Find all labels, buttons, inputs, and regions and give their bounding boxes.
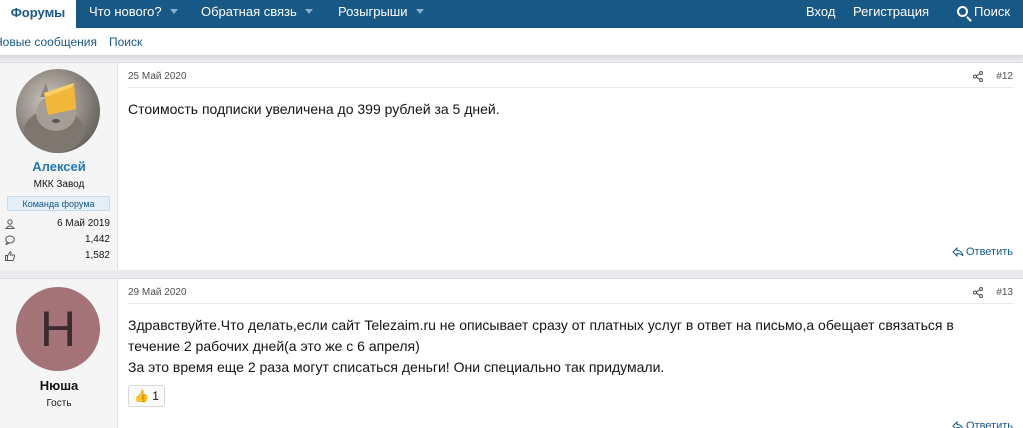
search-link[interactable]: Поиск xyxy=(957,0,1010,28)
reaction-bar[interactable]: 👍 1 xyxy=(128,385,165,407)
staff-badge: Команда форума xyxy=(7,196,110,211)
reply-button[interactable]: Ответить xyxy=(952,420,1013,428)
post-text-line: Здравствуйте.Что делать,если сайт Teleza… xyxy=(128,317,954,333)
reply-label: Ответить xyxy=(965,246,1013,258)
user-title: МКК Завод xyxy=(33,179,85,190)
post-text-line: Стоимость подписки увеличена до 399 рубл… xyxy=(128,101,500,117)
reaction-score: 1,582 xyxy=(84,250,110,261)
message-count: 1,442 xyxy=(84,234,110,245)
reply-icon xyxy=(952,420,963,428)
tab-feedback[interactable]: Обратная связь xyxy=(201,0,313,28)
user-title: Гость xyxy=(46,398,72,409)
reply-button[interactable]: Ответить xyxy=(952,246,1013,258)
reaction-count: 1 xyxy=(152,389,159,403)
user-icon xyxy=(5,219,15,229)
post-content: 29 Май 2020 #13 Здравствуйте.Что делать,… xyxy=(128,279,1013,428)
post-header-divider xyxy=(128,87,1013,88)
tab-label: Что нового? xyxy=(89,4,162,19)
tab-forums[interactable]: Форумы xyxy=(0,0,76,28)
stat-messages: 1,442 xyxy=(5,233,110,249)
post-number[interactable]: #12 xyxy=(996,71,1013,82)
search-icon xyxy=(957,6,968,17)
chevron-down-icon[interactable] xyxy=(415,9,424,14)
post-header-divider xyxy=(128,303,1013,304)
reply-icon xyxy=(952,246,964,258)
stat-reactions: 1,582 xyxy=(5,249,110,265)
post-content: 25 Май 2020 #12 Стоимость подписки увели… xyxy=(128,63,1013,270)
post-text-line: течение 2 рабочих дней(а это же с 6 апре… xyxy=(128,338,420,354)
post-body: Здравствуйте.Что делать,если сайт Teleza… xyxy=(128,315,1013,378)
username: Нюша xyxy=(39,378,79,393)
chevron-down-icon[interactable] xyxy=(304,9,313,14)
sub-navigation: Новые сообщения Поиск xyxy=(0,28,1023,56)
comment-icon xyxy=(5,235,15,245)
user-sidebar: Н Нюша Гость xyxy=(0,279,118,428)
share-icon[interactable] xyxy=(973,287,983,298)
post-13: Н Нюша Гость 29 Май 2020 #13 Здравствуйт… xyxy=(0,278,1023,428)
avatar[interactable] xyxy=(16,69,100,153)
thumbs-up-icon xyxy=(5,251,15,261)
search-label: Поиск xyxy=(974,4,1011,19)
chevron-down-icon[interactable] xyxy=(169,9,178,14)
tab-giveaways[interactable]: Розыгрыши xyxy=(338,0,424,28)
tab-label: Обратная связь xyxy=(201,4,297,19)
subnav-search-link[interactable]: Поиск xyxy=(109,28,142,56)
post-12: Алексей МКК Завод Команда форума 6 Май 2… xyxy=(0,62,1023,270)
stat-joined: 6 Май 2019 xyxy=(5,217,110,233)
joined-date: 6 Май 2019 xyxy=(57,218,110,229)
post-date[interactable]: 29 Май 2020 xyxy=(128,287,187,298)
share-icon[interactable] xyxy=(973,71,983,82)
avatar-cat-image xyxy=(24,83,84,153)
user-sidebar: Алексей МКК Завод Команда форума 6 Май 2… xyxy=(0,63,118,270)
register-link[interactable]: Регистрация xyxy=(853,0,929,28)
new-messages-link[interactable]: Новые сообщения xyxy=(0,28,97,56)
post-date[interactable]: 25 Май 2020 xyxy=(128,71,187,82)
post-body: Стоимость подписки увеличена до 399 рубл… xyxy=(128,99,1013,120)
post-text-line: За это время еще 2 раза могут списаться … xyxy=(128,359,665,375)
post-number[interactable]: #13 xyxy=(996,287,1013,298)
thumbs-up-emoji: 👍 xyxy=(134,389,149,403)
username[interactable]: Алексей xyxy=(0,159,118,174)
tab-whats-new[interactable]: Что нового? xyxy=(89,0,178,28)
tab-label: Розыгрыши xyxy=(338,4,408,19)
avatar[interactable]: Н xyxy=(16,287,100,371)
login-link[interactable]: Вход xyxy=(806,0,835,28)
reply-label: Ответить xyxy=(965,420,1013,428)
top-navigation: Форумы Что нового? Обратная связь Розыгр… xyxy=(0,0,1023,28)
